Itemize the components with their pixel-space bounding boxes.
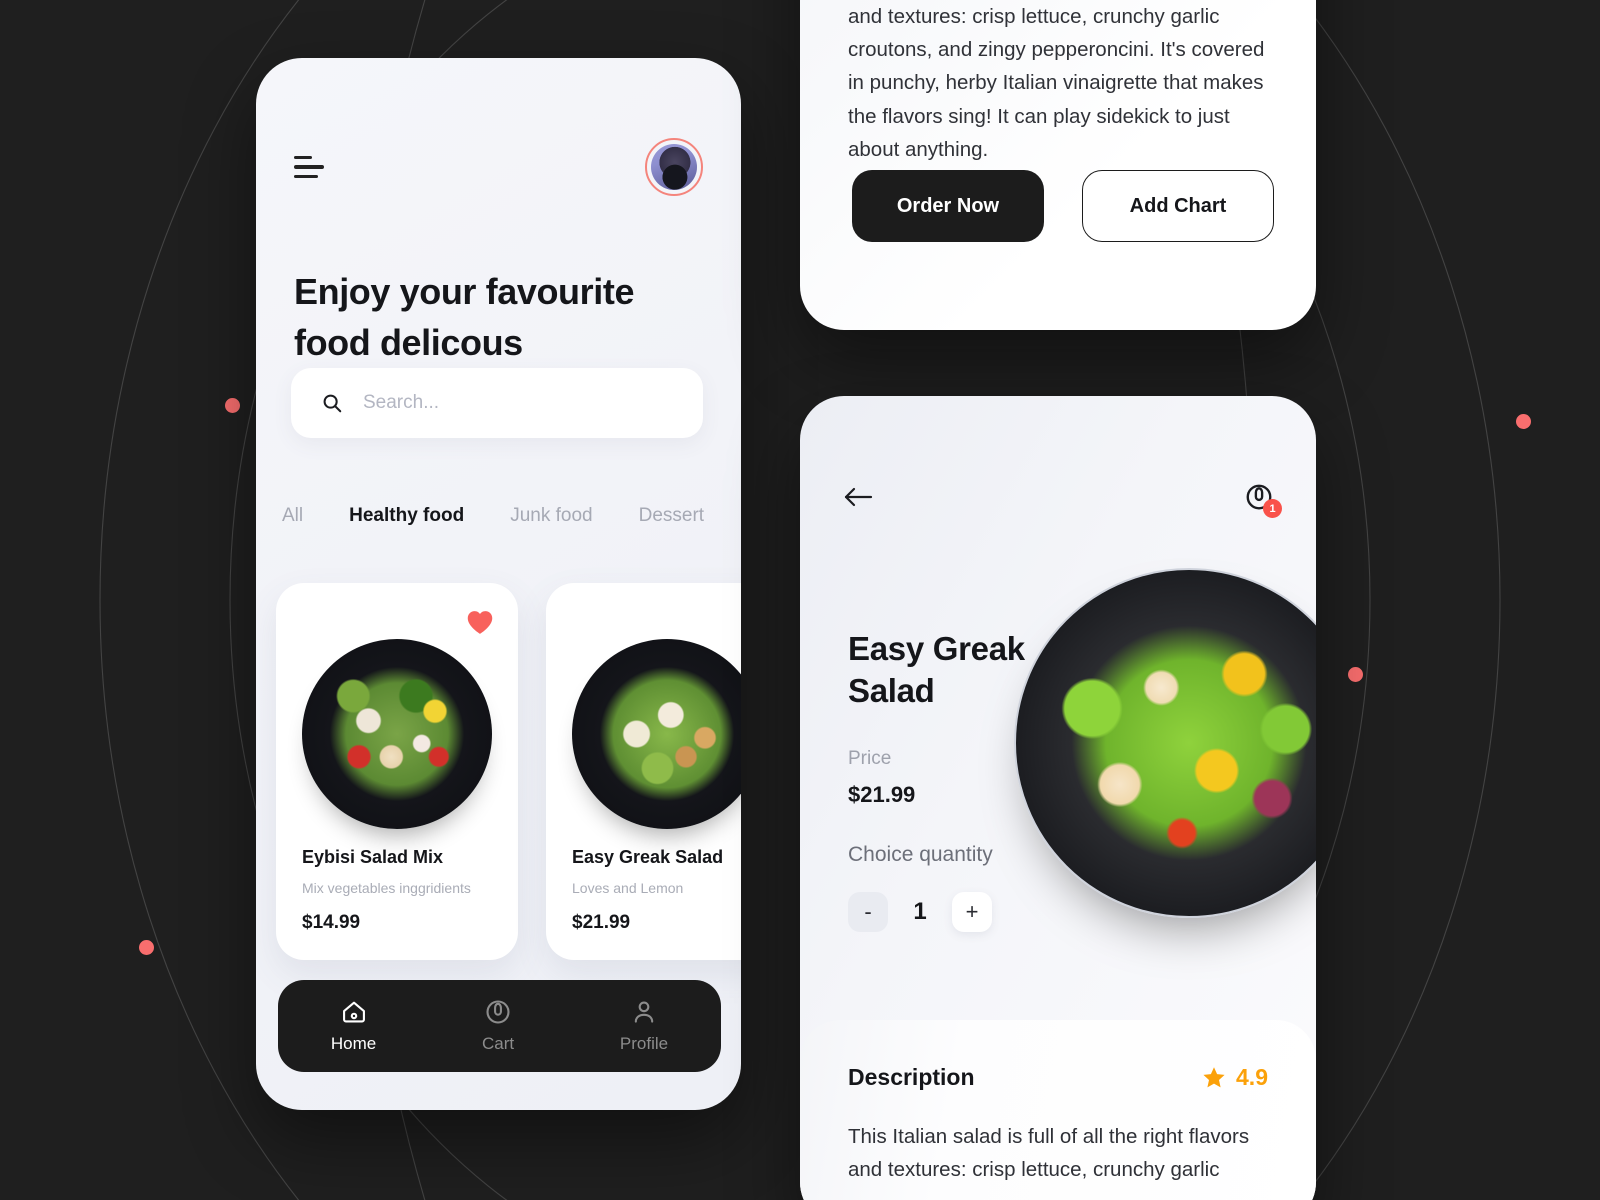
tab-dessert[interactable]: Dessert: [639, 505, 704, 527]
profile-icon: [634, 1001, 654, 1023]
detail-top-bar: 1: [800, 474, 1316, 520]
home-top-bar: [256, 136, 741, 198]
food-image: [572, 639, 741, 829]
search-icon: [323, 394, 342, 413]
page-title: Enjoy your favourite food delicous: [294, 271, 635, 364]
product-detail-panel: 1 Easy Greak Salad Price $21.99 Choice q…: [800, 396, 1316, 1200]
hamburger-menu-icon[interactable]: [294, 155, 324, 179]
food-card-list: Eybisi Salad Mix Mix vegetables inggridi…: [276, 583, 741, 960]
nav-label-profile: Profile: [619, 1034, 669, 1053]
quantity-increment-button[interactable]: +: [952, 892, 992, 932]
heart-icon[interactable]: [466, 609, 494, 635]
tab-junk-food[interactable]: Junk food: [510, 505, 592, 527]
decor-dot: [225, 398, 240, 413]
detail-body-text: and textures: crisp lettuce, crunchy gar…: [848, 5, 1265, 161]
quantity-label: Choice quantity: [848, 843, 993, 866]
description-title: Description: [848, 1064, 975, 1090]
avatar-image: [651, 144, 697, 190]
description-header: Description 4.9: [848, 1064, 1268, 1091]
decor-dot: [139, 940, 154, 955]
star-icon: [1203, 1067, 1225, 1088]
price-label: Price: [848, 748, 892, 769]
food-card-title: Eybisi Salad Mix: [302, 847, 444, 867]
search-input[interactable]: Search...: [291, 368, 703, 438]
food-card-title: Easy Greak Salad: [572, 847, 724, 867]
avatar[interactable]: [645, 138, 703, 196]
cart-button[interactable]: 1: [1244, 482, 1282, 518]
nav-item-cart[interactable]: Cart: [482, 998, 514, 1054]
food-card-price: $21.99: [572, 912, 631, 933]
bottom-navigation: Home Cart Profile: [278, 980, 721, 1072]
product-title: Easy Greak Salad: [848, 630, 1025, 710]
screen-root: Enjoy your favourite food delicous Searc…: [0, 0, 1600, 1200]
food-card-price: $14.99: [302, 912, 361, 933]
add-chart-button[interactable]: Add Chart: [1082, 170, 1274, 242]
tab-all[interactable]: All: [282, 505, 303, 527]
cart-badge: 1: [1263, 499, 1282, 518]
description-body: This Italian salad is full of all the ri…: [848, 1125, 1250, 1182]
price-value: $21.99: [848, 782, 916, 807]
quantity-value: 1: [913, 898, 927, 925]
food-card-desc: Mix vegetables inggridients: [302, 880, 471, 896]
rating-value: 4.9: [1236, 1064, 1268, 1090]
back-arrow-icon[interactable]: [842, 485, 874, 509]
nav-item-profile[interactable]: Profile: [620, 998, 668, 1054]
detail-description-panel: and textures: crisp lettuce, crunchy gar…: [800, 0, 1316, 330]
rating: 4.9: [1202, 1064, 1268, 1091]
food-card[interactable]: Easy Greak Salad Loves and Lemon $21.99: [546, 583, 741, 960]
home-screen-panel: Enjoy your favourite food delicous Searc…: [256, 58, 741, 1110]
cart-icon: [486, 1000, 510, 1024]
search-placeholder: Search...: [363, 392, 440, 413]
quantity-decrement-button[interactable]: -: [848, 892, 888, 932]
detail-action-buttons: Order Now Add Chart: [852, 170, 1274, 242]
product-image: [1014, 568, 1316, 918]
category-tabs: All Healthy food Junk food Dessert: [256, 505, 741, 527]
tab-healthy-food[interactable]: Healthy food: [349, 505, 464, 527]
home-icon: [342, 1001, 365, 1023]
food-card-desc: Loves and Lemon: [572, 880, 684, 896]
decor-dot: [1348, 667, 1363, 682]
nav-item-home[interactable]: Home: [331, 998, 376, 1054]
decor-dot: [1516, 414, 1531, 429]
nav-label-cart: Cart: [482, 1034, 515, 1053]
food-card[interactable]: Eybisi Salad Mix Mix vegetables inggridi…: [276, 583, 518, 960]
quantity-stepper: - 1 +: [848, 892, 992, 932]
food-image: [302, 639, 492, 829]
nav-label-home: Home: [330, 1034, 377, 1053]
description-sheet: Description 4.9 This Italian salad is fu…: [800, 1020, 1316, 1200]
order-now-button[interactable]: Order Now: [852, 170, 1044, 242]
